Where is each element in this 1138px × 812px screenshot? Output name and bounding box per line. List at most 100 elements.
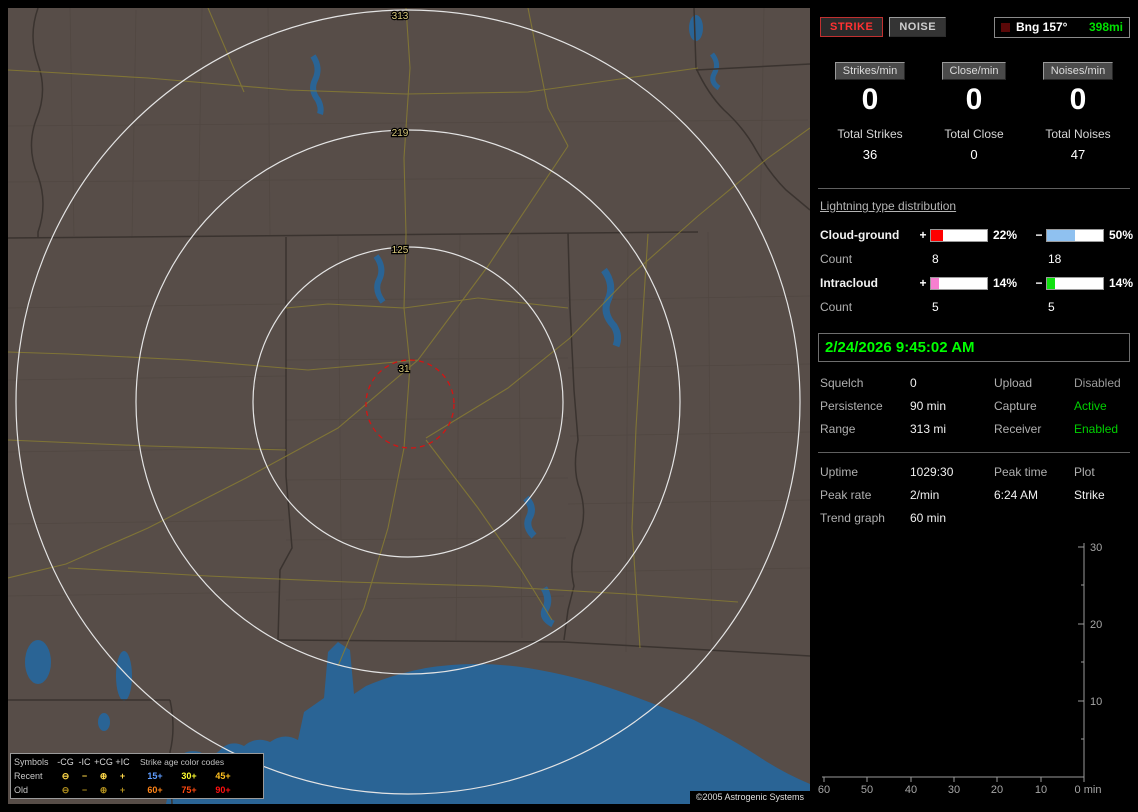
range-value: 313 mi: [910, 422, 947, 436]
settings-grid: Squelch 0 Upload Disabled Persistence 90…: [820, 376, 1130, 436]
age-code-60: 60+: [147, 785, 163, 795]
legend-old-label: Old: [14, 785, 29, 795]
ring-label: 31: [398, 364, 410, 375]
minus-sign: −: [1035, 228, 1043, 242]
x-tick-label: 30: [948, 784, 960, 796]
gauge-fill: [931, 229, 944, 241]
x-tick-label: 60: [818, 784, 830, 796]
legend-recent-label: Recent: [14, 771, 43, 781]
total-noises-value: 47: [1070, 147, 1086, 162]
trend-graph: 30 20 10 60 50 40 30 20 10 0 min: [818, 535, 1130, 797]
bearing-label: Bng 157°: [1016, 20, 1068, 34]
strikes-per-min-column: Strikes/min 0 Total Strikes 36: [818, 62, 922, 162]
peak-rate-label: Peak rate: [820, 488, 872, 502]
peak-rate-value: 2/min: [910, 488, 940, 502]
bearing-indicator-icon: [1001, 22, 1010, 32]
uptime-value: 1029:30: [910, 465, 954, 479]
ring-label: 313: [392, 11, 409, 22]
y-tick-label: 30: [1090, 542, 1102, 554]
ring-label: 125: [392, 245, 409, 256]
status-panel: STRIKE NOISE Bng 157° 398mi Strikes/min …: [818, 8, 1134, 797]
plus-sign: +: [919, 276, 927, 290]
cg-negative-percent: 50%: [1109, 228, 1134, 242]
total-strikes-label: Total Strikes: [837, 127, 903, 141]
intracloud-label: Intracloud: [820, 276, 879, 290]
trend-tick-labels: 30 20 10 60 50 40 30 20 10 0 min: [818, 542, 1102, 796]
gauge-fill: [1047, 277, 1055, 289]
age-code-90: 90+: [215, 785, 231, 795]
x-tick-label: 20: [991, 784, 1003, 796]
noises-per-min-button[interactable]: Noises/min: [1042, 62, 1114, 80]
ic-positive-gauge: [930, 276, 988, 290]
pos-cg-icon: ⊕: [99, 784, 108, 795]
x-tick-label: 50: [861, 784, 873, 796]
legend-col-neg-cg: -CG: [57, 757, 74, 767]
ic-positive-count: 5: [932, 300, 939, 314]
age-code-45: 45+: [215, 771, 231, 781]
peak-time-label: Peak time: [994, 465, 1048, 479]
cg-positive-percent: 22%: [993, 228, 1018, 242]
total-close-label: Total Close: [944, 127, 1004, 141]
receiver-status: Enabled: [1074, 422, 1119, 436]
datetime-box: 2/24/2026 9:45:02 AM: [818, 333, 1130, 362]
neg-ic-icon: −: [81, 785, 88, 795]
range-label: Range: [820, 422, 856, 436]
close-per-min-button[interactable]: Close/min: [941, 62, 1007, 80]
persistence-label: Persistence: [820, 399, 883, 413]
persistence-value: 90 min: [910, 399, 947, 413]
strike-mode-button[interactable]: STRIKE: [820, 17, 884, 37]
pos-cg-icon: ⊕: [99, 770, 108, 781]
capture-label: Capture: [994, 399, 1037, 413]
noise-mode-button[interactable]: NOISE: [889, 17, 947, 37]
gauge-fill: [1047, 229, 1075, 241]
rate-counters: Strikes/min 0 Total Strikes 36 Close/min…: [818, 62, 1130, 162]
age-code-15: 15+: [147, 771, 163, 781]
uptime-label: Uptime: [820, 465, 859, 479]
x-tick-label: 40: [905, 784, 917, 796]
noises-per-min-value: 0: [1069, 83, 1087, 116]
divider: [818, 188, 1130, 189]
legend-recent-row: Recent ⊖ − ⊕ + 15+ 30+ 45+: [14, 769, 260, 783]
total-noises-label: Total Noises: [1045, 127, 1111, 141]
age-code-75: 75+: [181, 785, 197, 795]
cg-negative-gauge: [1046, 228, 1104, 242]
y-tick-label: 10: [1090, 696, 1102, 708]
lightning-map[interactable]: 313 219 125 31 Symbols -CG -IC +CG +IC S…: [8, 8, 810, 804]
legend-col-pos-ic: +IC: [115, 757, 130, 767]
pos-ic-icon: +: [119, 771, 126, 781]
strikes-per-min-value: 0: [861, 83, 879, 116]
strikes-per-min-button[interactable]: Strikes/min: [834, 62, 906, 80]
distribution-title: Lightning type distribution: [820, 199, 957, 213]
minus-sign: −: [1035, 276, 1043, 290]
plus-sign: +: [919, 228, 927, 242]
cloud-ground-label: Cloud-ground: [820, 228, 900, 242]
close-per-min-column: Close/min 0 Total Close 0: [922, 62, 1026, 162]
x-tick-label: 0 min: [1075, 784, 1102, 796]
ring-label: 219: [392, 128, 409, 139]
legend-symbols-title: Symbols: [14, 757, 49, 767]
squelch-label: Squelch: [820, 376, 864, 390]
bearing-display: Bng 157° 398mi: [994, 16, 1130, 38]
distribution-grid: Cloud-ground + 22% − 50% Count 8 18 Intr…: [820, 223, 1134, 319]
legend-age-title: Strike age color codes: [140, 757, 225, 767]
trend-graph-label: Trend graph: [820, 511, 885, 525]
noises-per-min-column: Noises/min 0 Total Noises 47: [1026, 62, 1130, 162]
x-tick-label: 10: [1035, 784, 1047, 796]
total-strikes-value: 36: [862, 147, 878, 162]
y-tick-label: 20: [1090, 619, 1102, 631]
age-code-30: 30+: [181, 771, 197, 781]
map-legend: Symbols -CG -IC +CG +IC Strike age color…: [10, 753, 264, 799]
map-svg: 313 219 125 31: [8, 8, 810, 804]
trend-graph-value: 60 min: [910, 511, 947, 525]
receiver-label: Receiver: [994, 422, 1042, 436]
upload-status: Disabled: [1074, 376, 1121, 390]
cg-negative-count: 18: [1048, 252, 1062, 266]
upload-label: Upload: [994, 376, 1033, 390]
trend-axes: [822, 543, 1085, 782]
top-controls: STRIKE NOISE Bng 157° 398mi: [820, 16, 1130, 38]
capture-status: Active: [1074, 399, 1107, 413]
total-close-value: 0: [970, 147, 978, 162]
plot-label: Plot: [1074, 465, 1095, 479]
bearing-distance: 398mi: [1088, 20, 1123, 34]
cg-positive-count: 8: [932, 252, 939, 266]
